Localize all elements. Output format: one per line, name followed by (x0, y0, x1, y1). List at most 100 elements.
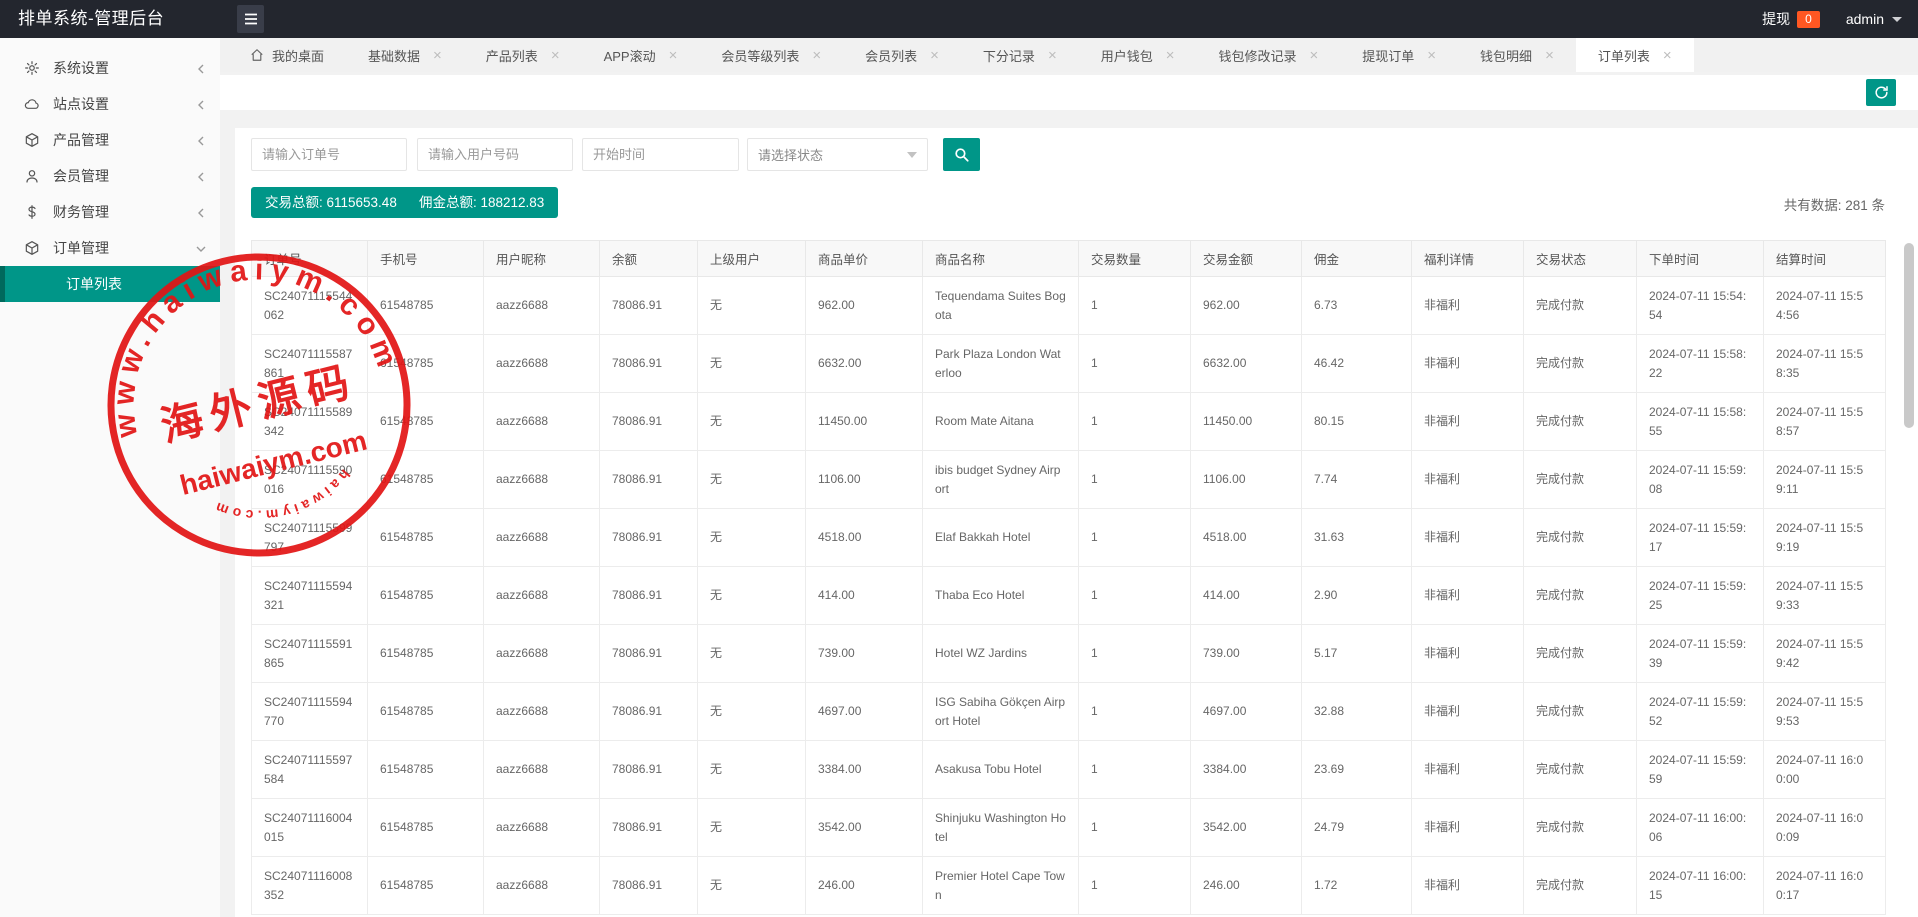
table-cell: 1 (1079, 857, 1191, 915)
sidebar-item-dollar[interactable]: 财务管理 (0, 194, 220, 230)
tab-item[interactable]: 订单列表× (1576, 38, 1694, 72)
table-cell: aazz6688 (484, 335, 600, 393)
table-cell: aazz6688 (484, 799, 600, 857)
sidebar-item-gear[interactable]: 系统设置 (0, 50, 220, 86)
table-header-row: 订单号手机号用户昵称余额上级用户商品单价商品名称交易数量交易金额佣金福利详情交易… (252, 241, 1886, 277)
tab-item[interactable]: 我的桌面 (228, 38, 346, 72)
table-cell: 46.42 (1302, 335, 1412, 393)
refresh-button[interactable] (1866, 79, 1896, 106)
table-cell: 完成付款 (1524, 335, 1637, 393)
table-cell: aazz6688 (484, 683, 600, 741)
column-header: 交易金额 (1191, 241, 1302, 277)
status-select[interactable]: 请选择状态 (747, 138, 928, 171)
start-time-input[interactable] (582, 138, 739, 171)
column-header: 佣金 (1302, 241, 1412, 277)
close-icon[interactable]: × (1310, 48, 1319, 63)
table-cell: 非福利 (1412, 335, 1524, 393)
tab-item[interactable]: 提现订单× (1340, 38, 1458, 72)
sidebar-item-user[interactable]: 会员管理 (0, 158, 220, 194)
close-icon[interactable]: × (669, 48, 678, 63)
user-no-input[interactable] (417, 138, 573, 171)
table-cell: 非福利 (1412, 393, 1524, 451)
table-cell: 3542.00 (1191, 799, 1302, 857)
table-cell: 61548785 (368, 741, 484, 799)
sidebar-subitem-order-list[interactable]: 订单列表 (0, 266, 220, 302)
tab-item[interactable]: APP滚动 × (582, 38, 700, 72)
table-row: SC2407111559979761548785aazz668878086.91… (252, 509, 1886, 567)
column-header: 结算时间 (1764, 241, 1886, 277)
table-cell: Park Plaza London Waterloo (923, 335, 1079, 393)
order-list-panel: 请选择状态 交易总额: 6115653.48 佣金总额: 188212.83 共… (235, 128, 1918, 917)
tab-item[interactable]: 会员列表× (843, 38, 961, 72)
table-row: SC2407111558786161548785aazz668878086.91… (252, 335, 1886, 393)
column-header: 交易状态 (1524, 241, 1637, 277)
table-cell: 非福利 (1412, 799, 1524, 857)
close-icon[interactable]: × (1427, 48, 1436, 63)
sidebar-item-product[interactable]: 产品管理 (0, 122, 220, 158)
content-toolbar (220, 75, 1918, 110)
table-cell: 61548785 (368, 335, 484, 393)
table-row: SC2407111554406261548785aazz668878086.91… (252, 277, 1886, 335)
table-cell: 2024-07-11 15:59:59 (1637, 741, 1764, 799)
close-icon[interactable]: × (1663, 48, 1672, 63)
table-cell: 2024-07-11 16:00:06 (1637, 799, 1764, 857)
table-cell: 无 (698, 509, 806, 567)
table-cell: 11450.00 (806, 393, 923, 451)
sidebar-item-order[interactable]: 订单管理 (0, 230, 220, 266)
table-cell: 78086.91 (600, 857, 698, 915)
close-icon[interactable]: × (1166, 48, 1175, 63)
close-icon[interactable]: × (812, 48, 821, 63)
table-cell: aazz6688 (484, 451, 600, 509)
table-cell: 2024-07-11 16:00:00 (1764, 741, 1886, 799)
table-cell: 962.00 (806, 277, 923, 335)
tab-item[interactable]: 钱包修改记录× (1196, 38, 1340, 72)
column-header: 下单时间 (1637, 241, 1764, 277)
table-cell: 2024-07-11 15:59:17 (1637, 509, 1764, 567)
table-cell: 非福利 (1412, 277, 1524, 335)
close-icon[interactable]: × (1048, 48, 1057, 63)
table-cell: Premier Hotel Cape Town (923, 857, 1079, 915)
tab-item[interactable]: 用户钱包× (1079, 38, 1197, 72)
sidebar-item-label: 财务管理 (53, 202, 109, 222)
table-cell: aazz6688 (484, 625, 600, 683)
close-icon[interactable]: × (930, 48, 939, 63)
search-icon (953, 146, 970, 163)
tab-item[interactable]: 钱包明细× (1458, 38, 1576, 72)
table-cell: SC24071115544062 (252, 277, 368, 335)
search-button[interactable] (943, 138, 980, 171)
close-icon[interactable]: × (551, 48, 560, 63)
tab-item[interactable]: 基础数据× (346, 38, 464, 72)
close-icon[interactable]: × (433, 48, 442, 63)
hamburger-icon (244, 13, 258, 25)
column-header: 手机号 (368, 241, 484, 277)
chevron-left-icon (195, 98, 207, 110)
tab-label: APP滚动 (604, 46, 656, 65)
close-icon[interactable]: × (1545, 48, 1554, 63)
order-no-input[interactable] (251, 138, 407, 171)
sidebar: 系统设置站点设置产品管理会员管理财务管理订单管理订单列表 (0, 38, 220, 917)
withdraw-count-badge: 0 (1797, 11, 1820, 28)
chevron-down-icon (907, 152, 917, 158)
table-row: SC2407111559432161548785aazz668878086.91… (252, 567, 1886, 625)
tab-item[interactable]: 会员等级列表× (699, 38, 843, 72)
table-cell: 完成付款 (1524, 393, 1637, 451)
table-cell: 61548785 (368, 799, 484, 857)
sidebar-item-cloud[interactable]: 站点设置 (0, 86, 220, 122)
table-cell: SC24071115594321 (252, 567, 368, 625)
table-cell: 1106.00 (806, 451, 923, 509)
table-cell: aazz6688 (484, 393, 600, 451)
table-cell: 2024-07-11 15:58:22 (1637, 335, 1764, 393)
table-cell: 无 (698, 393, 806, 451)
table-cell: 61548785 (368, 393, 484, 451)
table-cell: 61548785 (368, 451, 484, 509)
tab-item[interactable]: 下分记录× (961, 38, 1079, 72)
admin-menu[interactable]: admin (1846, 11, 1902, 27)
hamburger-button[interactable] (237, 5, 264, 33)
tab-item[interactable]: 产品列表× (464, 38, 582, 72)
withdraw-link[interactable]: 提现 0 (1762, 9, 1820, 29)
vertical-scrollbar-thumb[interactable] (1904, 243, 1914, 428)
table-row: SC2407111559477061548785aazz668878086.91… (252, 683, 1886, 741)
table-cell: 完成付款 (1524, 683, 1637, 741)
tab-bar: 我的桌面基础数据×产品列表×APP滚动×会员等级列表×会员列表×下分记录×用户钱… (220, 38, 1918, 72)
app-title: 排单系统-管理后台 (18, 0, 164, 38)
